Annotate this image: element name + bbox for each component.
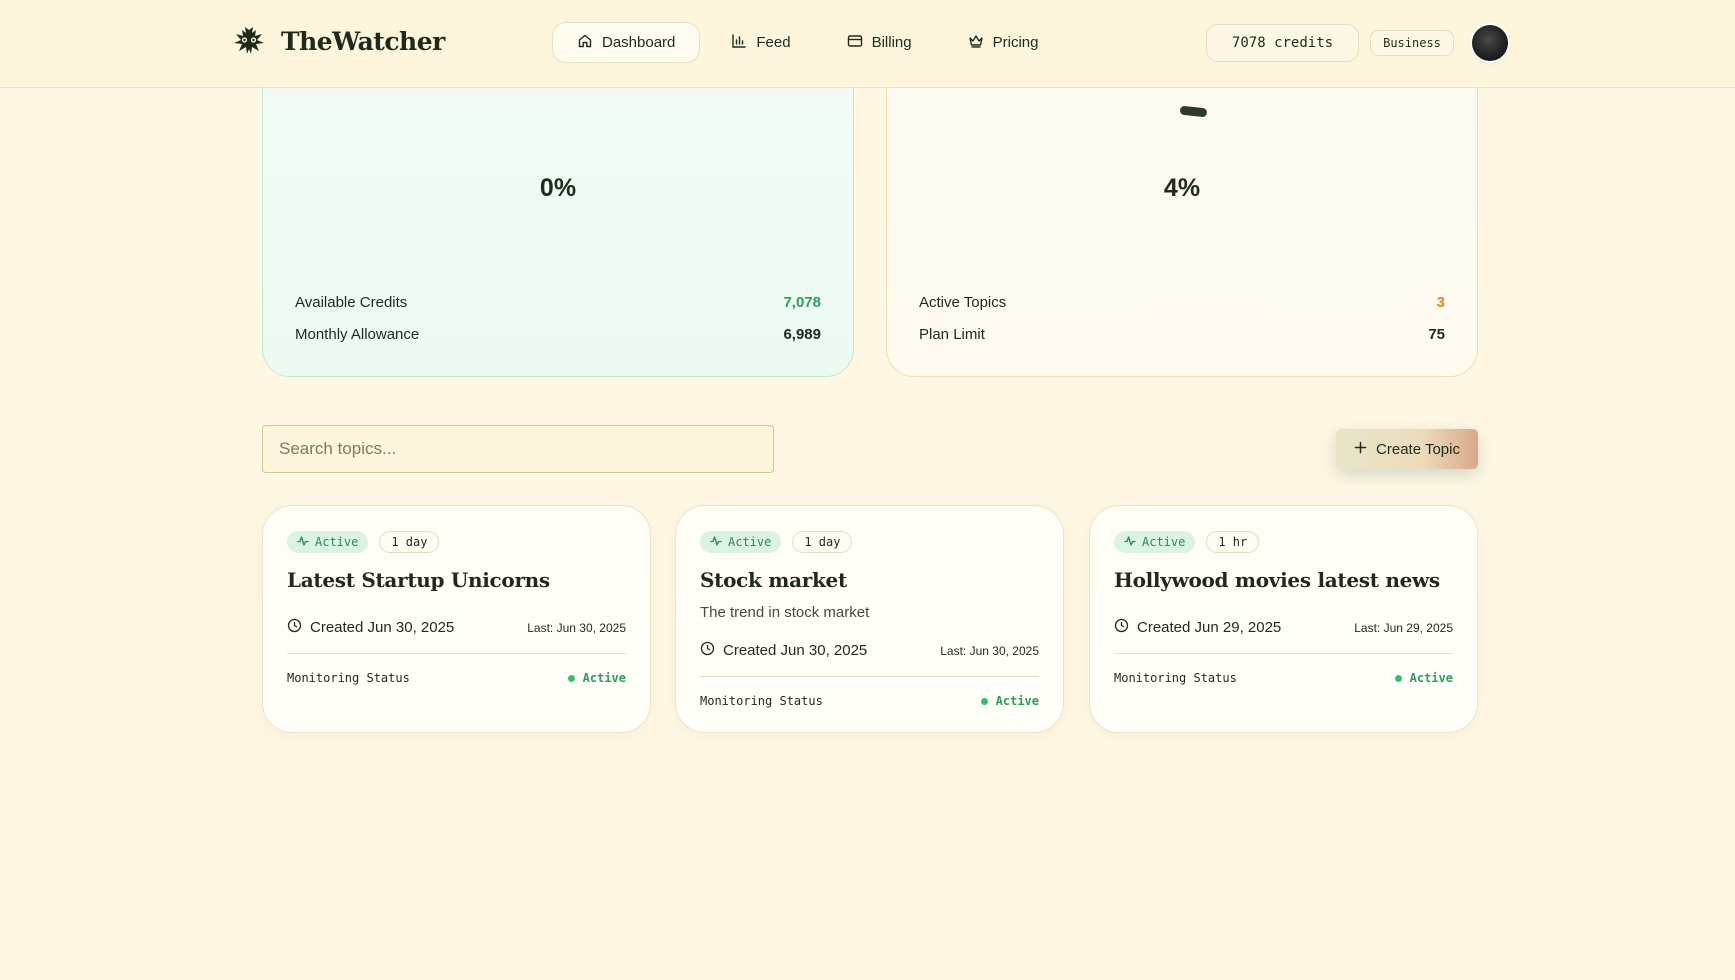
topic-card[interactable]: Active 1 day Latest Startup Unicorns Cre… [262, 505, 651, 733]
monitoring-status-row: Monitoring Status Active [700, 694, 1039, 708]
created-date: Created Jun 29, 2025 [1114, 618, 1281, 637]
crown-icon [968, 33, 984, 53]
status-badge-label: Active [315, 535, 359, 549]
topic-card[interactable]: Active 1 day Stock market The trend in s… [675, 505, 1064, 733]
nav-dashboard-label: Dashboard [602, 34, 676, 51]
main-nav: Dashboard Feed Billing Pricing [552, 22, 1063, 63]
stat-value: 75 [1428, 326, 1445, 343]
stat-value: 3 [1436, 294, 1445, 311]
topic-meta: Created Jun 30, 2025 Last: Jun 30, 2025 [287, 618, 626, 637]
stat-label: Available Credits [295, 294, 408, 311]
nav-feed-label: Feed [756, 34, 791, 51]
plan-badge: Business [1370, 30, 1454, 56]
activity-icon [710, 535, 722, 550]
topic-meta: Created Jun 29, 2025 Last: Jun 29, 2025 [1114, 618, 1453, 637]
plan-limit-row: Plan Limit 75 [919, 326, 1445, 343]
clock-icon [1114, 618, 1129, 637]
created-date: Created Jun 30, 2025 [700, 641, 867, 660]
bar-chart-icon [731, 33, 747, 53]
badge-row: Active 1 day [287, 531, 440, 553]
stat-label: Monthly Allowance [295, 326, 420, 343]
active-topics-row: Active Topics 3 [919, 294, 1445, 311]
monthly-allowance-row: Monthly Allowance 6,989 [295, 326, 821, 343]
activity-icon [1124, 535, 1136, 550]
stat-value: 6,989 [783, 326, 821, 343]
gauge-indicator [1179, 105, 1208, 118]
credits-badge[interactable]: 7078 credits [1206, 24, 1359, 62]
nav-pricing[interactable]: Pricing [943, 22, 1064, 63]
interval-badge: 1 day [379, 531, 440, 553]
created-label: Created Jun 30, 2025 [723, 642, 868, 659]
create-topic-label: Create Topic [1376, 440, 1460, 458]
user-avatar[interactable] [1472, 25, 1508, 61]
stat-value: 7,078 [783, 294, 821, 311]
status-badge: Active [287, 531, 369, 553]
monitoring-status-row: Monitoring Status Active [1114, 671, 1453, 685]
interval-badge: 1 day [792, 531, 853, 553]
status-dot-icon [980, 697, 988, 705]
credits-stat-card: 0% Available Credits 7,078 Monthly Allow… [262, 40, 854, 377]
topic-title[interactable]: Latest Startup Unicorns [287, 568, 550, 592]
topics-usage-percent: 4% [1163, 174, 1201, 202]
monitoring-label: Monitoring Status [700, 694, 823, 708]
nav-dashboard[interactable]: Dashboard [552, 22, 701, 63]
topic-meta: Created Jun 30, 2025 Last: Jun 30, 2025 [700, 641, 1039, 660]
divider [287, 653, 626, 654]
monitoring-value-text: Active [995, 694, 1039, 708]
top-header: TheWatcher Dashboard Feed Billing Pricin… [0, 0, 1735, 88]
monitoring-value: Active [1394, 671, 1453, 685]
nav-billing-label: Billing [871, 34, 912, 51]
status-badge: Active [1114, 531, 1196, 553]
activity-icon [297, 535, 309, 550]
plus-icon [1354, 441, 1367, 458]
brand[interactable]: TheWatcher [231, 23, 445, 59]
created-date: Created Jun 30, 2025 [287, 618, 454, 637]
monitoring-status-row: Monitoring Status Active [287, 671, 626, 685]
nav-feed[interactable]: Feed [706, 22, 815, 63]
create-topic-button[interactable]: Create Topic [1336, 429, 1478, 469]
topic-card[interactable]: Active 1 hr Hollywood movies latest news… [1089, 505, 1478, 733]
search-input[interactable] [262, 425, 774, 473]
badge-row: Active 1 day [700, 531, 853, 553]
stat-label: Active Topics [919, 294, 1007, 311]
monitoring-value: Active [980, 694, 1039, 708]
topic-title[interactable]: Stock market [700, 568, 847, 592]
topic-description: The trend in stock market [700, 604, 870, 621]
credit-card-icon [847, 33, 863, 53]
stat-label: Plan Limit [919, 326, 985, 343]
monitoring-value-text: Active [1409, 671, 1453, 685]
last-run-date: Last: Jun 30, 2025 [527, 620, 626, 635]
status-badge: Active [700, 531, 782, 553]
status-dot-icon [567, 674, 575, 682]
status-badge-label: Active [1142, 535, 1186, 549]
created-label: Created Jun 30, 2025 [310, 619, 455, 636]
divider [1114, 653, 1453, 654]
topic-title[interactable]: Hollywood movies latest news [1114, 568, 1440, 592]
topics-stat-card: 4% Active Topics 3 Plan Limit 75 [886, 40, 1478, 377]
nav-pricing-label: Pricing [992, 34, 1039, 51]
credits-usage-percent: 0% [539, 174, 577, 202]
created-label: Created Jun 29, 2025 [1137, 619, 1282, 636]
monitoring-value-text: Active [582, 671, 626, 685]
divider [700, 676, 1039, 677]
badge-row: Active 1 hr [1114, 531, 1260, 553]
clock-icon [700, 641, 715, 660]
last-run-date: Last: Jun 29, 2025 [1354, 620, 1453, 635]
status-dot-icon [1394, 674, 1402, 682]
home-icon [577, 33, 593, 53]
last-run-date: Last: Jun 30, 2025 [940, 643, 1039, 658]
monitoring-label: Monitoring Status [1114, 671, 1237, 685]
status-badge-label: Active [728, 535, 772, 549]
available-credits-row: Available Credits 7,078 [295, 294, 821, 311]
monitoring-value: Active [567, 671, 626, 685]
clock-icon [287, 618, 302, 637]
brand-name: TheWatcher [281, 26, 445, 56]
monitoring-label: Monitoring Status [287, 671, 410, 685]
interval-badge: 1 hr [1206, 531, 1260, 553]
watcher-logo-icon [231, 23, 267, 59]
nav-billing[interactable]: Billing [822, 22, 937, 63]
